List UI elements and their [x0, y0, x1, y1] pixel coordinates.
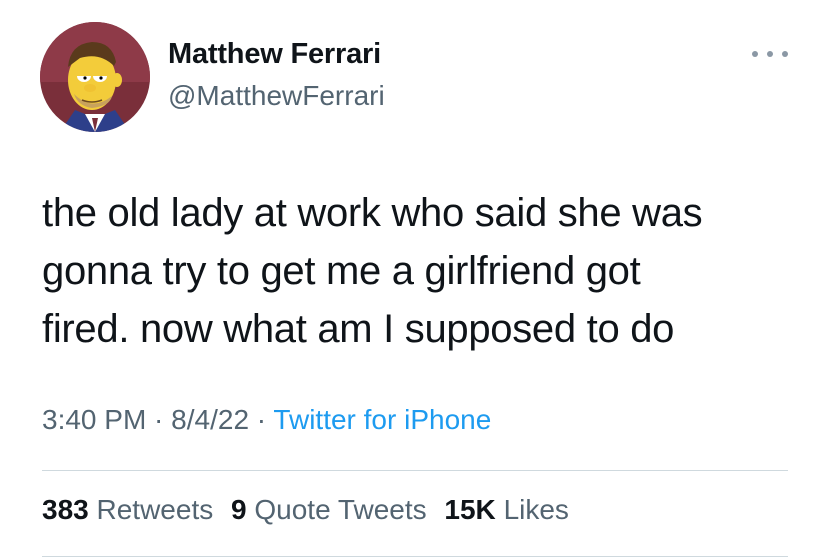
- more-options-icon[interactable]: [752, 44, 788, 64]
- quote-tweets-stat[interactable]: 9 Quote Tweets: [231, 494, 427, 525]
- cartoon-avatar-icon: [40, 22, 150, 132]
- divider: [42, 470, 788, 471]
- retweets-stat[interactable]: 383 Retweets: [42, 494, 213, 525]
- dot: [767, 51, 773, 57]
- meta-separator: ·: [249, 404, 274, 435]
- tweet-card: Matthew Ferrari @MatthewFerrari the old …: [0, 0, 828, 560]
- dot: [752, 51, 758, 57]
- retweets-count: 383: [42, 494, 89, 525]
- author-handle[interactable]: @MatthewFerrari: [168, 80, 385, 112]
- divider: [42, 556, 788, 557]
- quote-tweets-label: Quote Tweets: [254, 494, 427, 525]
- author-display-name[interactable]: Matthew Ferrari: [168, 38, 381, 71]
- tweet-time[interactable]: 3:40 PM: [42, 404, 146, 435]
- likes-count: 15K: [444, 494, 496, 525]
- tweet-text: the old lady at work who said she was go…: [42, 191, 703, 351]
- tweet-meta: 3:40 PM · 8/4/22 · Twitter for iPhone: [42, 404, 491, 436]
- tweet-stats: 383 Retweets 9 Quote Tweets 15K Likes: [42, 494, 579, 526]
- avatar[interactable]: [40, 22, 150, 132]
- retweets-label: Retweets: [96, 494, 214, 525]
- tweet-date[interactable]: 8/4/22: [171, 404, 249, 435]
- likes-label: Likes: [503, 494, 569, 525]
- quote-tweets-count: 9: [231, 494, 247, 525]
- dot: [782, 51, 788, 57]
- tweet-source-link[interactable]: Twitter for iPhone: [273, 404, 491, 435]
- likes-stat[interactable]: 15K Likes: [444, 494, 569, 525]
- meta-separator: ·: [146, 404, 172, 435]
